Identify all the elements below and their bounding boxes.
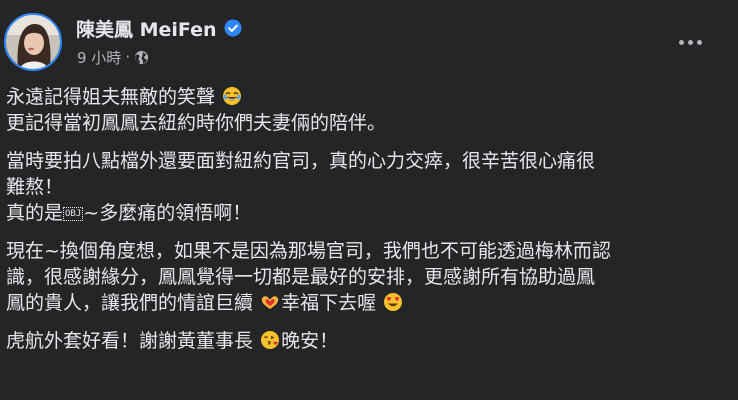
text-segment: 晚安！	[281, 330, 339, 352]
heart-hands-emoji	[260, 292, 280, 312]
text-segment: 鳳的貴人，讓我們的情誼巨續	[6, 292, 254, 314]
post-meta: 9 小時 ·	[77, 46, 149, 68]
kissing-heart-emoji	[260, 330, 280, 350]
text-segment: 虎航外套好看！謝謝黃董事長	[6, 330, 254, 352]
text-line: 識，很感謝緣分，鳳鳳覺得一切都是最好的安排，更感謝所有協助過鳳	[6, 266, 596, 288]
text-segment: 真的是	[6, 202, 64, 224]
paragraph-2: 當時要拍八點檔外還要面對紐約官司，真的心力交瘁，很辛苦很心痛很 難熬！ 真的是 O…	[6, 148, 726, 226]
paragraph-3: 現在~換個角度想，如果不是因為那場官司，我們也不可能透過梅林而認 識，很感謝緣分…	[6, 238, 726, 316]
more-options-icon[interactable]	[670, 24, 710, 60]
meta-separator: ·	[125, 48, 131, 66]
more-dot	[696, 39, 702, 45]
text-line: 現在~換個角度想，如果不是因為那場官司，我們也不可能透過梅林而認	[6, 240, 611, 262]
facebook-post: 陳美鳳 MeiFen 9 小時 · 永遠記得姐夫無敵的笑聲 更記得當初鳳鳳去紐約…	[0, 0, 738, 400]
post-body: 永遠記得姐夫無敵的笑聲 更記得當初鳳鳳去紐約時你們夫妻倆的陪伴。 當時要拍八點檔…	[6, 84, 726, 366]
text-segment: 永遠記得姐夫無敵的笑聲	[6, 86, 216, 108]
verified-badge-icon	[224, 19, 242, 37]
paragraph-4: 虎航外套好看！謝謝黃董事長 晚安！	[6, 328, 726, 354]
text-segment: 幸福下去喔	[281, 292, 377, 314]
text-line: 永遠記得姐夫無敵的笑聲	[6, 84, 726, 110]
more-dot	[678, 39, 684, 45]
text-line: 難熬！	[6, 176, 64, 198]
author-avatar[interactable]	[4, 13, 62, 71]
text-segment: ~多麼痛的領悟啊！	[83, 202, 252, 224]
heart-eyes-emoji	[383, 292, 403, 312]
paragraph-1: 永遠記得姐夫無敵的笑聲 更記得當初鳳鳳去紐約時你們夫妻倆的陪伴。	[6, 84, 726, 136]
author-name[interactable]: 陳美鳳 MeiFen	[76, 15, 217, 42]
post-timestamp[interactable]: 9 小時	[77, 47, 121, 68]
text-line: 當時要拍八點檔外還要面對紐約官司，真的心力交瘁，很辛苦很心痛很	[6, 150, 596, 172]
text-line: 更記得當初鳳鳳去紐約時你們夫妻倆的陪伴。	[6, 112, 387, 134]
post-header: 陳美鳳 MeiFen 9 小時 ·	[0, 0, 738, 80]
text-line: 真的是 OBJ ~多麼痛的領悟啊！	[6, 200, 726, 226]
author-row: 陳美鳳 MeiFen	[76, 14, 242, 42]
laughing-tears-emoji	[222, 86, 242, 106]
more-dot	[687, 39, 693, 45]
text-line: 虎航外套好看！謝謝黃董事長 晚安！	[6, 328, 726, 354]
text-line: 鳳的貴人，讓我們的情誼巨續 幸福下去喔	[6, 290, 726, 316]
obj-replacement-glyph: OBJ	[63, 207, 84, 221]
globe-icon[interactable]	[134, 50, 149, 65]
